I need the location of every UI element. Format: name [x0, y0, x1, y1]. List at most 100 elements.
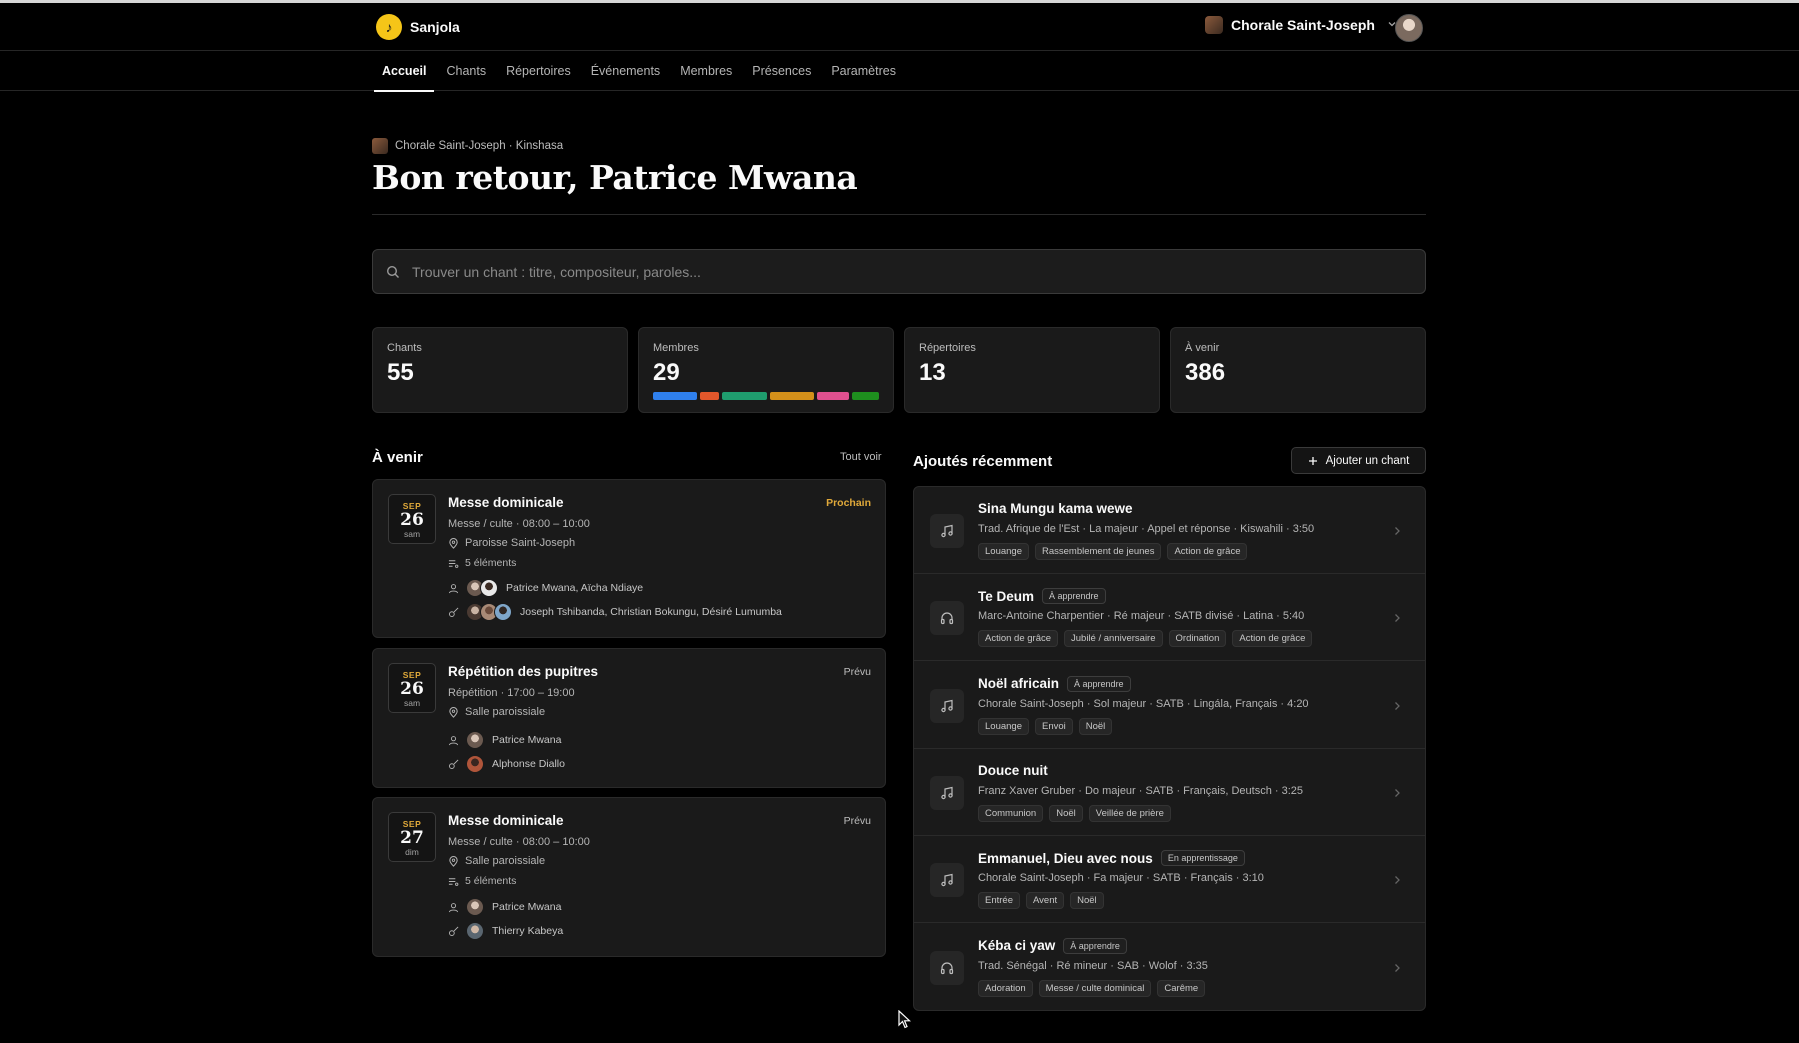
organization-switcher[interactable]: Chorale Saint-Joseph: [1205, 16, 1397, 34]
song-row[interactable]: Douce nuit Franz Xaver Gruber · Do majeu…: [914, 749, 1425, 836]
event-items-text: 5 éléments: [465, 557, 517, 569]
search-bar: [372, 249, 1426, 294]
event-leaders: Patrice Mwana: [448, 731, 561, 749]
chevron-right-icon: [1393, 874, 1401, 888]
stat-card-membres[interactable]: Membres 29: [638, 327, 894, 413]
search-input[interactable]: [412, 263, 1372, 280]
event-leaders-text: Patrice Mwana: [492, 901, 562, 913]
tab-presences[interactable]: Présences: [742, 51, 821, 91]
song-row[interactable]: Emmanuel, Dieu avec nous En apprentissag…: [914, 836, 1425, 924]
event-place-text: Paroisse Saint-Joseph: [465, 537, 576, 549]
stat-value: 55: [387, 359, 414, 386]
chevron-right-icon: [1393, 787, 1401, 801]
app-name: Sanjola: [410, 19, 460, 35]
mouse-cursor-icon: [898, 1010, 912, 1029]
song-meta: Marc-Antoine Charpentier · Ré majeur · S…: [978, 610, 1305, 623]
song-title-row: Sina Mungu kama wewe: [978, 501, 1133, 516]
song-row[interactable]: Kéba ci yaw À apprendre Trad. Sénégal · …: [914, 924, 1425, 1011]
event-musicians-text: Alphonse Diallo: [492, 758, 565, 770]
event-weekday: sam: [403, 698, 421, 708]
song-title: Te Deum: [978, 588, 1035, 604]
event-card[interactable]: SEP 27 dim Messe dominicale Prévu Messe …: [372, 797, 886, 957]
song-tag: Ordination: [1168, 630, 1227, 648]
tab-parametres[interactable]: Paramètres: [821, 51, 906, 91]
song-tag: Messe / culte dominical: [1038, 979, 1152, 997]
event-items: 5 éléments: [448, 875, 516, 887]
event-time: Messe / culte · 08:00 – 10:00: [448, 836, 590, 848]
organization-avatar: [372, 138, 388, 154]
event-date: SEP 26 sam: [388, 494, 436, 544]
tab-repertoires[interactable]: Répertoires: [496, 51, 581, 91]
song-tags: Communion Noël Veillée de prière: [978, 804, 1171, 822]
page-title: Bon retour, Patrice Mwana: [372, 158, 858, 197]
chevron-right-icon: [1393, 612, 1401, 626]
plus-icon: [1308, 456, 1317, 465]
stat-card-chants[interactable]: Chants 55: [372, 327, 628, 413]
song-row[interactable]: Sina Mungu kama wewe Trad. Afrique de l'…: [914, 487, 1425, 574]
song-tag: Envoi: [1034, 717, 1073, 735]
members-bar-segment: [700, 392, 720, 400]
add-song-button[interactable]: Ajouter un chant: [1291, 447, 1426, 474]
event-time: Répétition · 17:00 – 19:00: [448, 687, 575, 699]
song-title: Noël africain: [978, 676, 1060, 692]
stat-card-repertoires[interactable]: Répertoires 13: [904, 327, 1160, 413]
tab-membres[interactable]: Membres: [670, 51, 742, 91]
map-pin-icon: [449, 537, 458, 549]
recent-songs-list: Sina Mungu kama wewe Trad. Afrique de l'…: [913, 486, 1426, 1011]
song-tags: Action de grâce Jubilé / anniversaire Ordi…: [978, 630, 1313, 648]
tab-evenements[interactable]: Événements: [581, 51, 670, 91]
stat-value: 386: [1185, 359, 1226, 386]
tab-chants[interactable]: Chants: [436, 51, 496, 91]
headphones-icon: [930, 950, 964, 985]
event-day: 26: [400, 679, 424, 699]
recent-section-title: Ajoutés récemment: [913, 453, 1053, 470]
event-weekday: dim: [405, 847, 419, 857]
chevron-right-icon: [1393, 525, 1401, 539]
event-musicians: Alphonse Diallo: [448, 755, 565, 773]
song-tag: Veillée de prière: [1088, 804, 1171, 822]
chevron-right-icon: [1393, 700, 1401, 714]
avatar-stack: [466, 579, 498, 597]
stats-row: Chants 55 Membres 29 Répertoires 13 À ve…: [372, 327, 1426, 413]
event-musicians-text: Joseph Tshibanda, Christian Bokungu, Dés…: [520, 606, 782, 618]
song-status-badge: À apprendre: [1067, 675, 1131, 692]
music-note-icon: [930, 688, 964, 723]
stat-label: Répertoires: [919, 342, 976, 354]
event-date: SEP 26 sam: [388, 663, 436, 713]
song-meta: Chorale Saint-Joseph · Fa majeur · SATB …: [978, 872, 1264, 885]
avatar: [466, 922, 484, 940]
song-title-row: Kéba ci yaw À apprendre: [978, 937, 1127, 954]
event-card[interactable]: SEP 26 sam Messe dominicale Prochain Mes…: [372, 479, 886, 638]
chevron-right-icon: [1393, 962, 1401, 976]
stat-card-a-venir[interactable]: À venir 386: [1170, 327, 1426, 413]
breadcrumb: Chorale Saint-Joseph · Kinshasa: [372, 138, 563, 154]
members-bar-segment: [816, 392, 849, 400]
event-items: 5 éléments: [448, 557, 516, 569]
event-place-text: Salle paroissiale: [465, 706, 546, 718]
song-row[interactable]: Te Deum À apprendre Marc-Antoine Charpen…: [914, 574, 1425, 662]
event-card[interactable]: SEP 26 sam Répétition des pupitres Prévu…: [372, 648, 886, 788]
song-title: Sina Mungu kama wewe: [978, 501, 1133, 516]
event-time: Messe / culte · 08:00 – 10:00: [448, 518, 590, 530]
event-leaders: Patrice Mwana: [448, 898, 561, 916]
avatar-stack: [466, 922, 484, 940]
music-note-logo-icon: ♪: [376, 14, 402, 40]
stat-label: Membres: [653, 342, 699, 354]
song-tags: Louange Envoi Noël: [978, 717, 1113, 735]
song-tag: Entrée: [978, 892, 1020, 910]
event-musicians: Thierry Kabeya: [448, 922, 563, 940]
brand[interactable]: ♪ Sanjola: [376, 14, 460, 40]
avatar-stack: [466, 898, 484, 916]
breadcrumb-text: Chorale Saint-Joseph · Kinshasa: [395, 140, 564, 152]
music-note-icon: [930, 863, 964, 898]
tab-accueil[interactable]: Accueil: [372, 51, 436, 92]
song-title-row: Douce nuit: [978, 763, 1048, 778]
avatar: [466, 898, 484, 916]
see-all-link[interactable]: Tout voir: [840, 451, 882, 463]
user-avatar[interactable]: [1395, 14, 1423, 42]
song-row[interactable]: Noël africain À apprendre Chorale Saint-…: [914, 662, 1425, 749]
members-distribution-bar: [653, 392, 879, 400]
song-tag: Jubilé / anniversaire: [1064, 630, 1163, 648]
song-tag: Noël: [1049, 804, 1083, 822]
organization-name: Chorale Saint-Joseph: [1231, 17, 1375, 33]
